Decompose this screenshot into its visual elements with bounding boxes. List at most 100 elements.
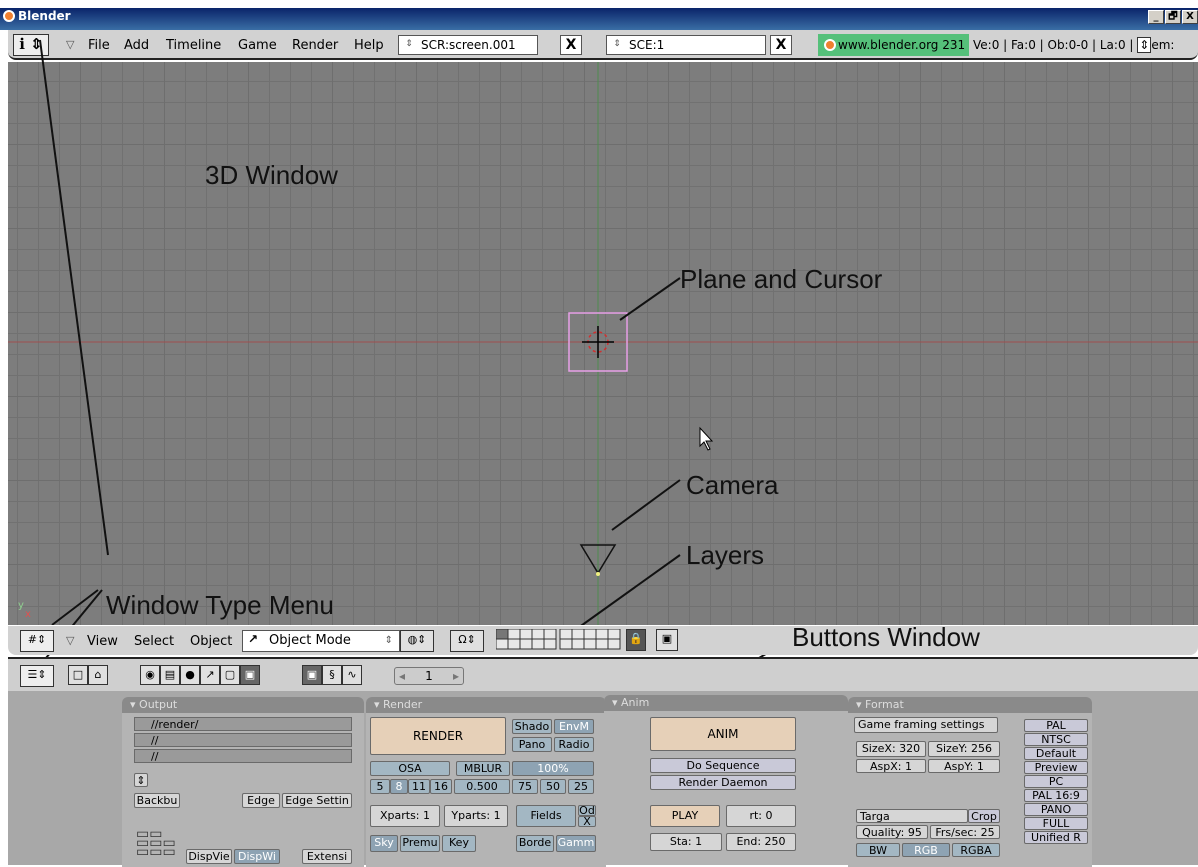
envmap-toggle[interactable]: EnvM <box>554 719 594 734</box>
pivot-button[interactable]: Ω⇕ <box>450 630 484 652</box>
object-context-icon[interactable]: ↗ <box>200 665 220 685</box>
bw-toggle[interactable]: BW <box>856 843 900 857</box>
label-3d-window: 3D Window <box>205 160 338 190</box>
gamma-toggle[interactable]: Gamm <box>556 835 596 852</box>
aspx-field[interactable]: AspX: 1 <box>856 759 926 773</box>
format-panel-header[interactable]: ▾ Format <box>848 697 1092 713</box>
preset-pal[interactable]: PAL <box>1024 719 1088 732</box>
anim-button[interactable]: ANIM <box>650 717 796 751</box>
shading-context-icon[interactable]: ● <box>180 665 200 685</box>
osa-5-button[interactable]: 5 <box>370 779 390 794</box>
rgba-toggle[interactable]: RGBA <box>952 843 1000 857</box>
yparts-field[interactable]: Yparts: 1 <box>444 805 508 827</box>
size-75-button[interactable]: 75 <box>512 779 538 794</box>
full-window-icon[interactable]: □ <box>68 665 88 685</box>
game-framing-button[interactable]: Game framing settings <box>854 717 998 733</box>
render-daemon-button[interactable]: Render Daemon <box>650 775 796 790</box>
xparts-field[interactable]: Xparts: 1 <box>370 805 440 827</box>
menu-view[interactable]: View <box>87 634 118 649</box>
axis-x-label: x <box>25 609 31 620</box>
backbuf-button[interactable]: Backbu <box>134 793 180 808</box>
callout-window-type-top <box>39 39 109 556</box>
backbuf-path-field[interactable]: // <box>134 733 352 747</box>
preset-pano[interactable]: PANO <box>1024 803 1088 816</box>
edge-button[interactable]: Edge <box>242 793 280 808</box>
callout-plane <box>619 277 681 321</box>
rt-field[interactable]: rt: 0 <box>726 805 796 827</box>
end-frame-field[interactable]: End: 250 <box>726 833 796 851</box>
output-panel-header[interactable]: ▾ Output <box>122 697 364 713</box>
anim-panel-header[interactable]: ▾ Anim <box>604 695 848 711</box>
sizex-field[interactable]: SizeX: 320 <box>856 741 926 757</box>
osa-11-button[interactable]: 11 <box>408 779 430 794</box>
frame-number-field[interactable]: ◂ 1 ▸ <box>394 667 464 685</box>
quality-field[interactable]: Quality: 95 <box>856 825 928 839</box>
draw-type-button[interactable]: ◍⇕ <box>400 630 434 652</box>
radio-toggle[interactable]: Radio <box>554 737 594 752</box>
sizey-field[interactable]: SizeY: 256 <box>928 741 1000 757</box>
render-panel-header[interactable]: ▾ Render <box>366 697 606 713</box>
layer-buttons[interactable] <box>496 629 646 653</box>
grid-icon: #⇕ <box>27 633 47 646</box>
size-50-button[interactable]: 50 <box>540 779 566 794</box>
preset-pc[interactable]: PC <box>1024 775 1088 788</box>
premul-toggle[interactable]: Premu <box>400 835 440 852</box>
fields-toggle[interactable]: Fields <box>516 805 576 827</box>
window-type-menu-button[interactable]: ☰⇕ <box>20 665 54 687</box>
pano-toggle[interactable]: Pano <box>512 737 552 752</box>
render-buttons-icon[interactable]: ▣ <box>302 665 322 685</box>
aspy-field[interactable]: AspY: 1 <box>928 759 1000 773</box>
collapse-triangle-icon[interactable]: ▽ <box>66 634 74 647</box>
home-icon[interactable]: ⌂ <box>88 665 108 685</box>
preset-preview[interactable]: Preview <box>1024 761 1088 774</box>
key-toggle[interactable]: Key <box>442 835 476 852</box>
osa-16-button[interactable]: 16 <box>430 779 452 794</box>
anim-buttons-icon[interactable]: § <box>322 665 342 685</box>
crop-toggle[interactable]: Crop <box>968 809 1000 823</box>
editing-context-icon[interactable]: ▢ <box>220 665 240 685</box>
preset-pal-16-9[interactable]: PAL 16:9 <box>1024 789 1088 802</box>
menu-object[interactable]: Object <box>190 634 232 649</box>
render-button[interactable]: RENDER <box>370 717 506 755</box>
label-buttons-window: Buttons Window <box>792 622 980 652</box>
script-context-icon[interactable]: ▤ <box>160 665 180 685</box>
render-path-field[interactable]: //render/ <box>134 717 352 731</box>
ftype-path-field[interactable]: // <box>134 749 352 763</box>
logic-context-icon[interactable]: ◉ <box>140 665 160 685</box>
do-sequence-button[interactable]: Do Sequence <box>650 758 796 773</box>
edge-settings-button[interactable]: Edge Settin <box>282 793 352 808</box>
scene-context-icon[interactable]: ▣ <box>240 665 260 685</box>
fps-field[interactable]: Frs/sec: 25 <box>930 825 1000 839</box>
osa-toggle[interactable]: OSA <box>370 761 450 776</box>
preset-default[interactable]: Default <box>1024 747 1088 760</box>
lock-icon[interactable]: 🔒 <box>626 629 646 651</box>
extensions-button[interactable]: Extensi <box>302 849 352 864</box>
odd-toggle[interactable]: Od <box>578 805 596 816</box>
file-type-dropdown[interactable]: Targa <box>856 809 968 823</box>
preset-ntsc[interactable]: NTSC <box>1024 733 1088 746</box>
play-button[interactable]: PLAY <box>650 805 720 827</box>
window-type-menu-button[interactable]: #⇕ <box>20 630 54 652</box>
extension-dropdown[interactable]: ⇕ <box>134 773 148 787</box>
dispview-button[interactable]: DispVie <box>186 849 232 864</box>
shadow-toggle[interactable]: Shado <box>512 719 552 734</box>
osa-8-button[interactable]: 8 <box>390 779 408 794</box>
border-toggle[interactable]: Borde <box>516 835 554 852</box>
sky-toggle[interactable]: Sky <box>370 835 398 852</box>
dispwin-button[interactable]: DispWi <box>234 849 280 864</box>
mblur-toggle[interactable]: MBLUR <box>456 761 510 776</box>
start-frame-field[interactable]: Sta: 1 <box>650 833 722 851</box>
rgb-toggle[interactable]: RGB <box>902 843 950 857</box>
format-panel: ▾ Format Game framing settings SizeX: 32… <box>848 697 1092 867</box>
blur-factor-field[interactable]: 0.500 <box>454 779 510 794</box>
preset-unified-renderer[interactable]: Unified R <box>1024 831 1088 844</box>
size-percent-button[interactable]: 100% <box>512 761 594 776</box>
x-toggle[interactable]: X <box>578 816 596 827</box>
render-preview-icon[interactable]: ▣ <box>656 629 678 651</box>
sound-buttons-icon[interactable]: ∿ <box>342 665 362 685</box>
size-25-button[interactable]: 25 <box>568 779 594 794</box>
menu-select[interactable]: Select <box>134 634 174 649</box>
preset-full[interactable]: FULL <box>1024 817 1088 830</box>
layout-grid-icon: ▭▭ ▭▭▭ ▭▭▭ <box>136 826 176 860</box>
mode-dropdown[interactable]: Object Mode ⇕ <box>242 630 400 652</box>
